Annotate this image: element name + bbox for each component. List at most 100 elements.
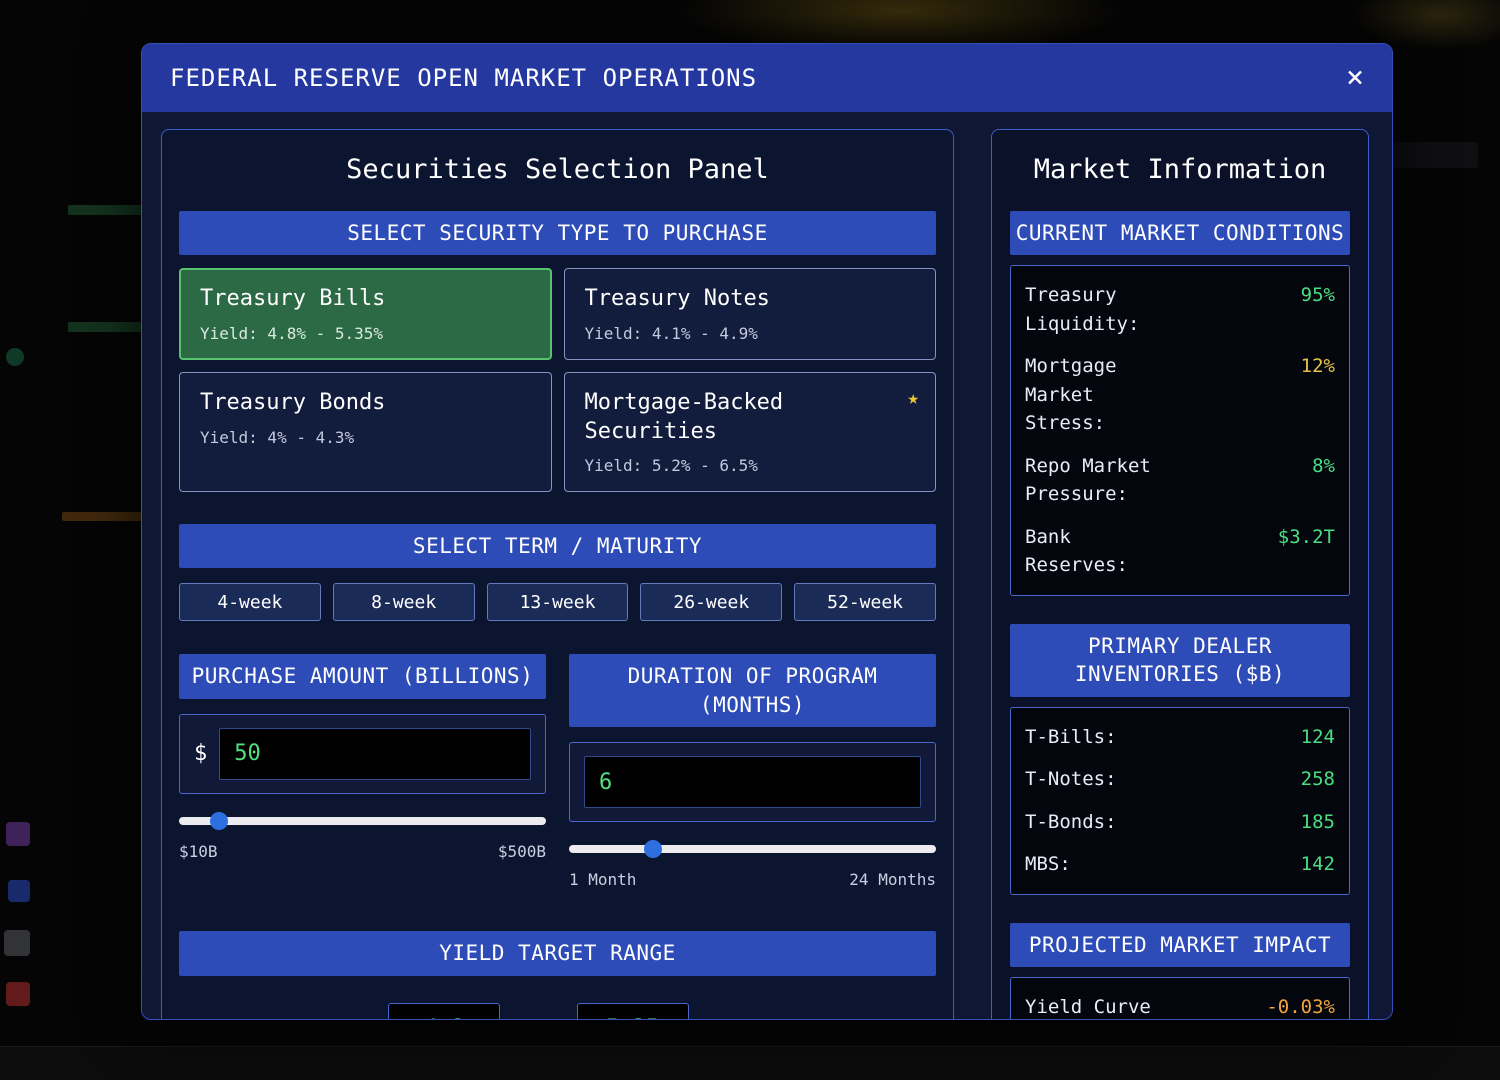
info-row: Repo Market Pressure: 8% [1025, 445, 1335, 516]
purchase-amount-input-wrap: $ [179, 714, 546, 794]
security-card-mortgage-backed[interactable]: ★ Mortgage-Backed Securities Yield: 5.2%… [564, 372, 937, 492]
yield-unit-label: % [715, 1017, 727, 1020]
info-value: 12% [1301, 352, 1335, 381]
yield-separator-label: to [526, 1017, 550, 1020]
duration-input[interactable] [584, 756, 921, 808]
dealer-inventories-banner: PRIMARY DEALER INVENTORIES ($B) [1010, 624, 1350, 697]
slider-max-label: 24 Months [849, 870, 936, 889]
info-row: T-Bills: 124 [1025, 716, 1335, 759]
term-button-4-week[interactable]: 4-week [179, 583, 321, 621]
amount-duration-section: PURCHASE AMOUNT (BILLIONS) $ $10B $500B [179, 654, 936, 889]
star-icon: ★ [908, 387, 919, 409]
security-yield: Yield: 4.8% - 5.35% [200, 324, 531, 343]
info-value: 185 [1301, 808, 1335, 837]
security-name: Treasury Bills [200, 285, 450, 314]
purchase-amount-banner: PURCHASE AMOUNT (BILLIONS) [179, 654, 546, 698]
security-name: Mortgage-Backed Securities [585, 389, 835, 446]
info-label: MBS: [1025, 850, 1071, 879]
open-market-operations-dialog: FEDERAL RESERVE OPEN MARKET OPERATIONS ×… [141, 43, 1393, 1020]
yield-from-input[interactable] [388, 1003, 500, 1020]
term-button-52-week[interactable]: 52-week [794, 583, 936, 621]
info-value: 124 [1301, 723, 1335, 752]
slider-min-label: 1 Month [569, 870, 636, 889]
slider-min-label: $10B [179, 842, 218, 861]
security-name: Treasury Bonds [200, 389, 450, 418]
purchase-amount-slider-labels: $10B $500B [179, 842, 546, 861]
currency-symbol: $ [194, 741, 207, 766]
duration-input-wrap [569, 742, 936, 822]
info-label: Bank Reserves: [1025, 523, 1180, 580]
background-chip [1392, 142, 1478, 168]
info-label: T-Notes: [1025, 765, 1117, 794]
background-progress-bar [68, 205, 142, 215]
purchase-amount-slider-track[interactable] [179, 817, 546, 825]
info-row: T-Notes: 258 [1025, 758, 1335, 801]
market-impact-banner: PROJECTED MARKET IMPACT [1010, 923, 1350, 967]
dialog-header: FEDERAL RESERVE OPEN MARKET OPERATIONS × [142, 44, 1392, 112]
duration-banner: DURATION OF PROGRAM (MONTHS) [569, 654, 936, 727]
term-button-8-week[interactable]: 8-week [333, 583, 475, 621]
info-value: 95% [1301, 281, 1335, 310]
market-conditions-box: Treasury Liquidity: 95% Mortgage Market … [1010, 265, 1350, 596]
duration-slider-thumb[interactable] [644, 840, 662, 858]
info-row: Yield Curve Impact: -0.03% [1025, 986, 1335, 1019]
market-information-panel: Market Information CURRENT MARKET CONDIT… [991, 129, 1369, 1019]
market-panel-title: Market Information [1010, 154, 1350, 185]
purchase-amount-slider[interactable] [179, 812, 546, 830]
info-value: 142 [1301, 850, 1335, 879]
info-row: Treasury Liquidity: 95% [1025, 274, 1335, 345]
close-icon[interactable]: × [1346, 63, 1364, 93]
background-progress-bar [68, 322, 142, 332]
info-row: Mortgage Market Stress: 12% [1025, 345, 1335, 445]
info-label: T-Bills: [1025, 723, 1117, 752]
purchase-amount-slider-thumb[interactable] [210, 812, 228, 830]
info-value: 258 [1301, 765, 1335, 794]
info-label: Yield Curve Impact: [1025, 993, 1180, 1019]
security-yield: Yield: 4% - 4.3% [200, 428, 531, 447]
info-value: $3.2T [1278, 523, 1335, 552]
duration-slider-labels: 1 Month 24 Months [569, 870, 936, 889]
background-sidebar-icon [6, 822, 30, 846]
market-conditions-banner: CURRENT MARKET CONDITIONS [1010, 211, 1350, 255]
dialog-title: FEDERAL RESERVE OPEN MARKET OPERATIONS [170, 64, 757, 92]
security-type-banner: SELECT SECURITY TYPE TO PURCHASE [179, 211, 936, 255]
info-label: Mortgage Market Stress: [1025, 352, 1180, 438]
info-value: -0.03% [1266, 993, 1335, 1019]
info-label: Repo Market Pressure: [1025, 452, 1180, 509]
background-sidebar-icon [8, 880, 30, 902]
screen: FEDERAL RESERVE OPEN MARKET OPERATIONS ×… [0, 0, 1500, 1080]
info-row: Bank Reserves: $3.2T [1025, 516, 1335, 587]
slider-max-label: $500B [498, 842, 546, 861]
yield-target-row: to % [179, 1003, 936, 1020]
duration-slider-track[interactable] [569, 845, 936, 853]
term-button-26-week[interactable]: 26-week [640, 583, 782, 621]
dealer-inventories-banner-text: PRIMARY DEALER INVENTORIES ($B) [1030, 632, 1330, 689]
info-row: MBS: 142 [1025, 843, 1335, 886]
term-button-13-week[interactable]: 13-week [487, 583, 629, 621]
background-sidebar-icon [6, 982, 30, 1006]
duration-banner-text: DURATION OF PROGRAM (MONTHS) [603, 662, 903, 719]
securities-selection-panel: Securities Selection Panel SELECT SECURI… [161, 129, 954, 1019]
security-name: Treasury Notes [585, 285, 835, 314]
security-yield: Yield: 5.2% - 6.5% [585, 456, 916, 475]
purchase-amount-input[interactable] [219, 728, 531, 780]
security-type-grid: Treasury Bills Yield: 4.8% - 5.35% Treas… [179, 268, 936, 492]
yield-to-input[interactable] [577, 1003, 689, 1020]
info-label: Treasury Liquidity: [1025, 281, 1180, 338]
dialog-body: Securities Selection Panel SELECT SECURI… [142, 112, 1392, 1019]
yield-target-banner: YIELD TARGET RANGE [179, 931, 936, 975]
purchase-amount-column: PURCHASE AMOUNT (BILLIONS) $ $10B $500B [179, 654, 546, 860]
background-status-dot [6, 348, 24, 366]
dealer-inventories-section: PRIMARY DEALER INVENTORIES ($B) T-Bills:… [1010, 624, 1350, 895]
security-yield: Yield: 4.1% - 4.9% [585, 324, 916, 343]
securities-panel-title: Securities Selection Panel [179, 154, 936, 185]
security-card-treasury-bonds[interactable]: Treasury Bonds Yield: 4% - 4.3% [179, 372, 552, 492]
info-row: T-Bonds: 185 [1025, 801, 1335, 844]
background-sidebar-icon [4, 930, 30, 956]
duration-slider[interactable] [569, 840, 936, 858]
security-card-treasury-notes[interactable]: Treasury Notes Yield: 4.1% - 4.9% [564, 268, 937, 360]
term-banner: SELECT TERM / MATURITY [179, 524, 936, 568]
background-progress-bar [62, 512, 152, 521]
info-value: 8% [1312, 452, 1335, 481]
security-card-treasury-bills[interactable]: Treasury Bills Yield: 4.8% - 5.35% [179, 268, 552, 360]
